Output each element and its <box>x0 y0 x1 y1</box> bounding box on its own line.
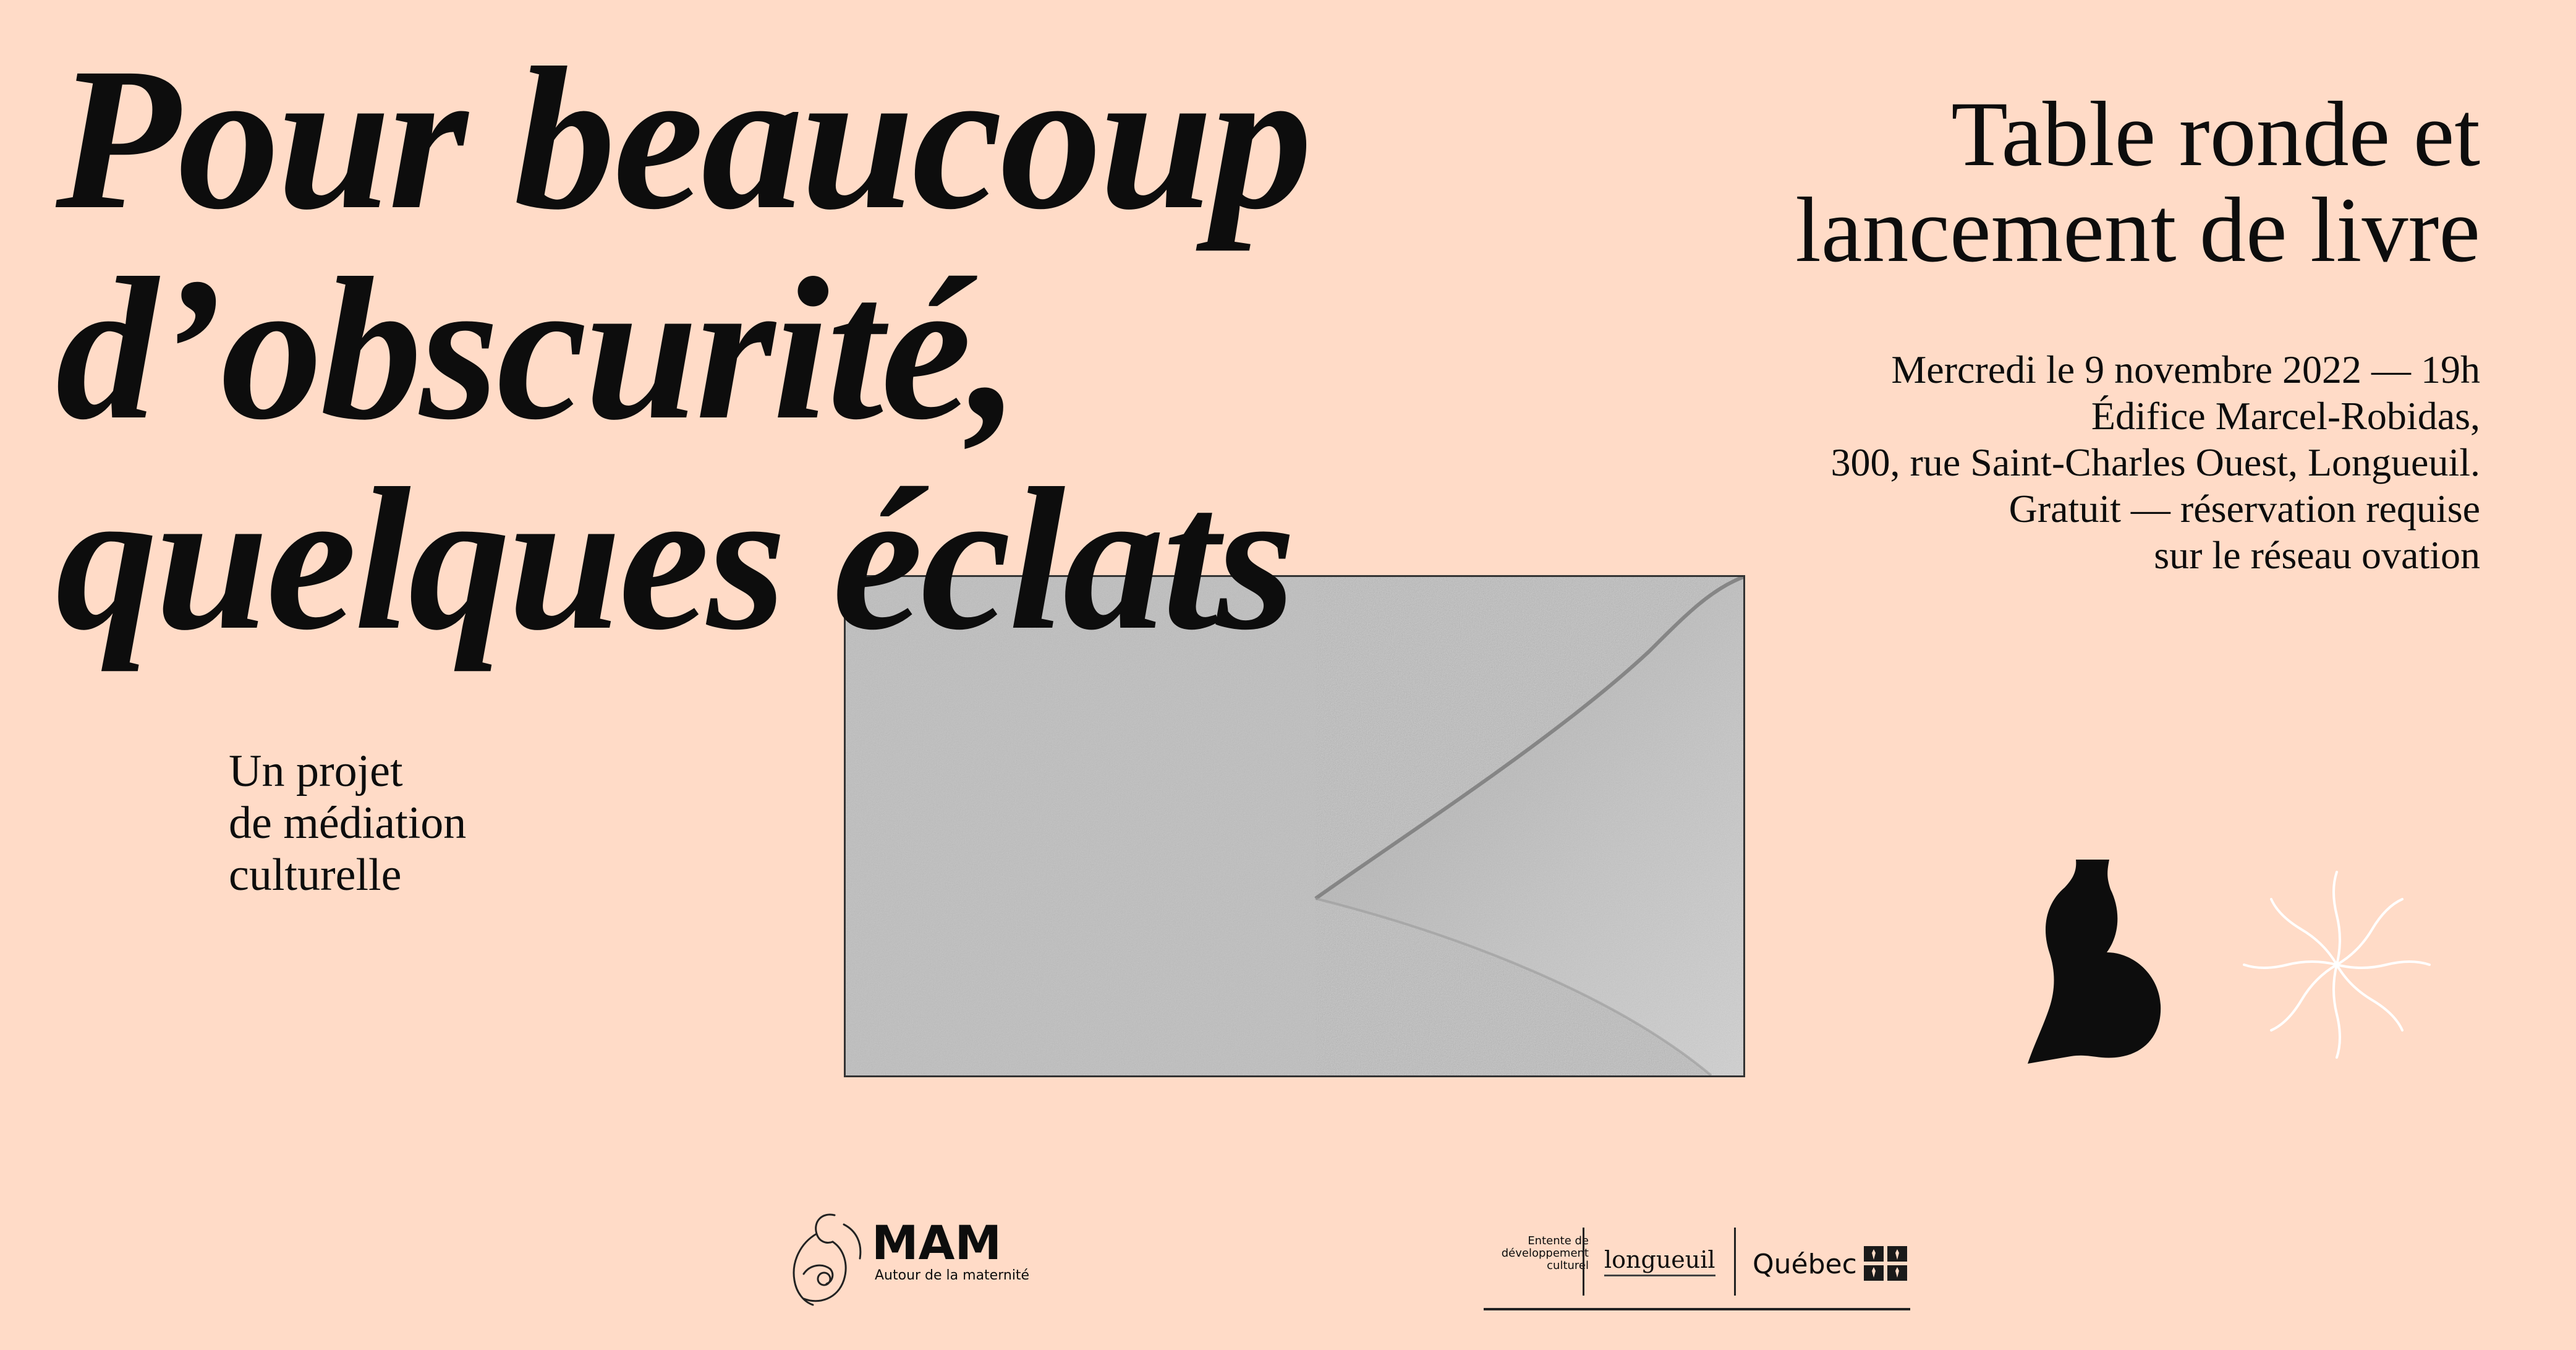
partner-divider <box>1734 1228 1736 1296</box>
entente-line: culturel <box>1547 1259 1589 1272</box>
mam-logo-icon <box>793 1213 862 1306</box>
event-main-title: Pour beaucoup d’obscurité, quelques écla… <box>56 26 1312 672</box>
quebec-logo: Québec <box>1753 1249 1857 1280</box>
event-type-heading: Table ronde et lancement de livre <box>1795 87 2480 278</box>
event-venue: Édifice Marcel-Robidas, <box>2091 394 2480 438</box>
mam-name: MAM <box>872 1215 1002 1270</box>
entente-line: Entente de <box>1528 1234 1589 1247</box>
partner-divider <box>1583 1228 1584 1296</box>
subtitle-line: Un projet <box>229 746 403 797</box>
sun-squiggle-icon <box>2243 871 2431 1059</box>
title-line: Pour beaucoup <box>56 26 1312 252</box>
event-price: Gratuit — réservation requise <box>2009 487 2480 531</box>
event-reservation: sur le réseau ovation <box>2154 533 2480 577</box>
subtitle-line: de médiation <box>229 798 467 848</box>
mam-logo: MAM Autour de la maternité <box>776 1206 1035 1311</box>
event-date: Mercredi le 9 novembre 2022 — 19h <box>1891 348 2480 391</box>
event-type-line: lancement de livre <box>1795 179 2480 281</box>
entente-logo: Entente de développement culturel <box>1496 1235 1589 1272</box>
title-line: d’obscurité, <box>56 236 1020 462</box>
event-type-line: Table ronde et <box>1951 83 2480 186</box>
quebec-flag-icon <box>1864 1246 1907 1281</box>
mam-tagline: Autour de la maternité <box>875 1268 1030 1283</box>
partner-logos: Entente de développement culturel longue… <box>1484 1221 1910 1310</box>
pregnant-silhouette-icon <box>2028 860 2161 1064</box>
project-subtitle: Un projet de médiation culturelle <box>229 745 466 901</box>
title-line: quelques éclats <box>56 446 1296 672</box>
event-details: Mercredi le 9 novembre 2022 — 19h Édific… <box>1831 346 2480 578</box>
entente-line: développement <box>1501 1247 1589 1260</box>
longueuil-logo: longueuil <box>1604 1246 1715 1276</box>
event-address: 300, rue Saint-Charles Ouest, Longueuil. <box>1830 440 2480 484</box>
subtitle-line: culturelle <box>229 850 402 900</box>
